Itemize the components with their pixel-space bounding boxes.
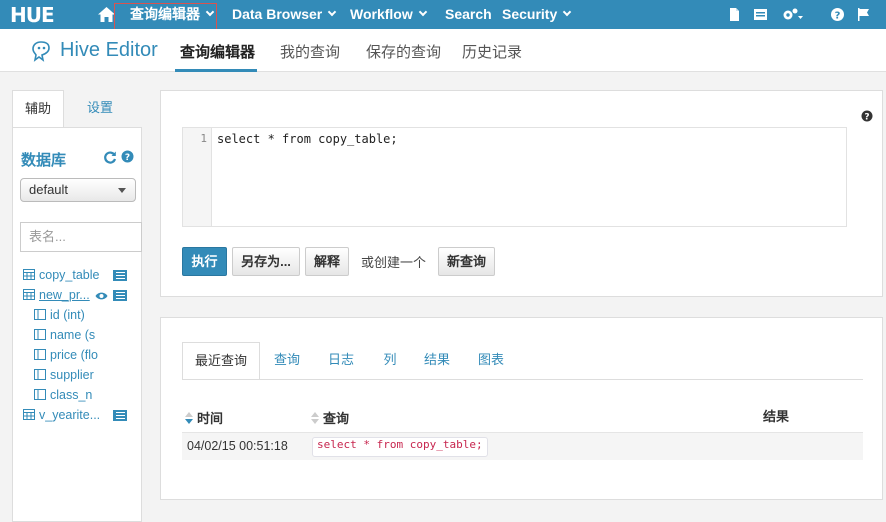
file-icon[interactable] xyxy=(727,7,742,22)
security-menu[interactable]: Security xyxy=(502,0,572,29)
hue-logo[interactable]: HUE xyxy=(10,5,55,25)
home-icon[interactable] xyxy=(98,7,115,22)
svg-text:?: ? xyxy=(835,11,841,22)
table-icon xyxy=(23,409,35,420)
caret-down-icon xyxy=(118,188,126,193)
chevron-down-icon xyxy=(418,7,427,17)
column-item[interactable]: name (s xyxy=(34,326,95,344)
tab-log[interactable]: 日志 xyxy=(321,342,361,380)
execute-button[interactable]: 执行 xyxy=(182,247,227,276)
tab-query-editor[interactable]: 查询编辑器 xyxy=(180,41,255,62)
assist-panel: 数据库 ? default 表名... copy_table new_pr...… xyxy=(12,127,142,522)
tab-settings[interactable]: 设置 xyxy=(80,90,120,128)
help-circle-icon[interactable]: ? xyxy=(830,7,845,22)
row-time: 04/02/15 00:51:18 xyxy=(187,439,288,453)
list-icon[interactable] xyxy=(113,410,127,421)
refresh-icon[interactable] xyxy=(103,150,117,164)
tab-history[interactable]: 历史记录 xyxy=(462,41,522,62)
database-title: 数据库 xyxy=(21,152,67,169)
column-header-query[interactable]: 查询 xyxy=(311,408,349,427)
svg-text:?: ? xyxy=(125,153,130,163)
column-header-time[interactable]: 时间 xyxy=(185,408,223,427)
help-circle-icon[interactable]: ? xyxy=(121,150,134,163)
table-filter-input[interactable]: 表名... xyxy=(20,222,142,252)
chevron-down-icon xyxy=(328,7,337,17)
column-item[interactable]: id (int) xyxy=(34,306,85,324)
table-icon xyxy=(23,269,35,280)
column-header-result[interactable]: 结果 xyxy=(763,406,789,425)
table-row[interactable]: 04/02/15 00:51:18 select * from copy_tab… xyxy=(182,432,863,460)
column-icon xyxy=(34,389,46,400)
tab-chart[interactable]: 图表 xyxy=(471,342,511,380)
tab-columns[interactable]: 列 xyxy=(375,342,405,380)
sort-icon xyxy=(311,412,319,424)
column-icon xyxy=(34,329,46,340)
svg-text:?: ? xyxy=(864,113,869,123)
table-item[interactable]: copy_table xyxy=(23,266,99,284)
table-icon xyxy=(23,289,35,300)
chevron-down-icon xyxy=(563,7,572,17)
column-item[interactable]: class_n xyxy=(34,386,92,404)
or-create-label: 或创建一个 xyxy=(361,255,427,270)
eye-icon[interactable] xyxy=(95,291,108,301)
help-circle-icon[interactable]: ? xyxy=(861,110,873,122)
column-icon xyxy=(34,349,46,360)
flag-icon[interactable] xyxy=(856,7,871,22)
tab-my-queries[interactable]: 我的查询 xyxy=(280,41,340,62)
new-query-button[interactable]: 新查询 xyxy=(438,247,495,276)
column-item[interactable]: price (flo xyxy=(34,346,98,364)
workflow-menu[interactable]: Workflow xyxy=(350,0,427,29)
column-item[interactable]: supplier xyxy=(34,366,94,384)
active-tab-indicator xyxy=(175,69,257,72)
editor-panel: ? 1 select * from copy_table; 执行 另存为... … xyxy=(160,90,883,297)
line-number-gutter: 1 xyxy=(183,128,212,226)
tabs-divider xyxy=(182,379,863,380)
tab-assist[interactable]: 辅助 xyxy=(12,90,64,128)
data-browser-menu[interactable]: Data Browser xyxy=(232,0,337,29)
sort-desc-icon xyxy=(185,412,193,424)
table-item[interactable]: v_yearite... xyxy=(23,406,100,424)
table-item[interactable]: new_pr... xyxy=(23,286,90,304)
settings-icon[interactable] xyxy=(781,7,803,22)
list-icon[interactable] xyxy=(113,270,127,281)
results-panel: 最近查询 查询 日志 列 结果 图表 时间 查询 结果 04/02/15 00:… xyxy=(160,317,883,500)
app-subnav: Hive Editor 查询编辑器 我的查询 保存的查询 历史记录 xyxy=(0,29,886,72)
app-title: Hive Editor xyxy=(60,39,158,61)
top-navbar: HUE 查询编辑器 Data Browser Workflow Search S… xyxy=(0,0,886,34)
tab-recent-queries[interactable]: 最近查询 xyxy=(182,342,260,380)
search-link[interactable]: Search xyxy=(445,0,492,29)
explain-button[interactable]: 解释 xyxy=(305,247,349,276)
column-icon xyxy=(34,309,46,320)
code-editor[interactable]: 1 select * from copy_table; xyxy=(182,127,847,227)
code-line[interactable]: select * from copy_table; xyxy=(217,132,398,146)
list-icon[interactable] xyxy=(113,290,127,301)
hive-logo-icon xyxy=(32,41,50,62)
tab-results[interactable]: 结果 xyxy=(417,342,457,380)
save-as-button[interactable]: 另存为... xyxy=(232,247,300,276)
tab-saved-queries[interactable]: 保存的查询 xyxy=(366,41,441,62)
tab-query[interactable]: 查询 xyxy=(267,342,307,380)
column-icon xyxy=(34,369,46,380)
row-query[interactable]: select * from copy_table; xyxy=(312,437,488,457)
table-view-icon[interactable] xyxy=(753,7,768,22)
database-select[interactable]: default xyxy=(20,178,136,202)
